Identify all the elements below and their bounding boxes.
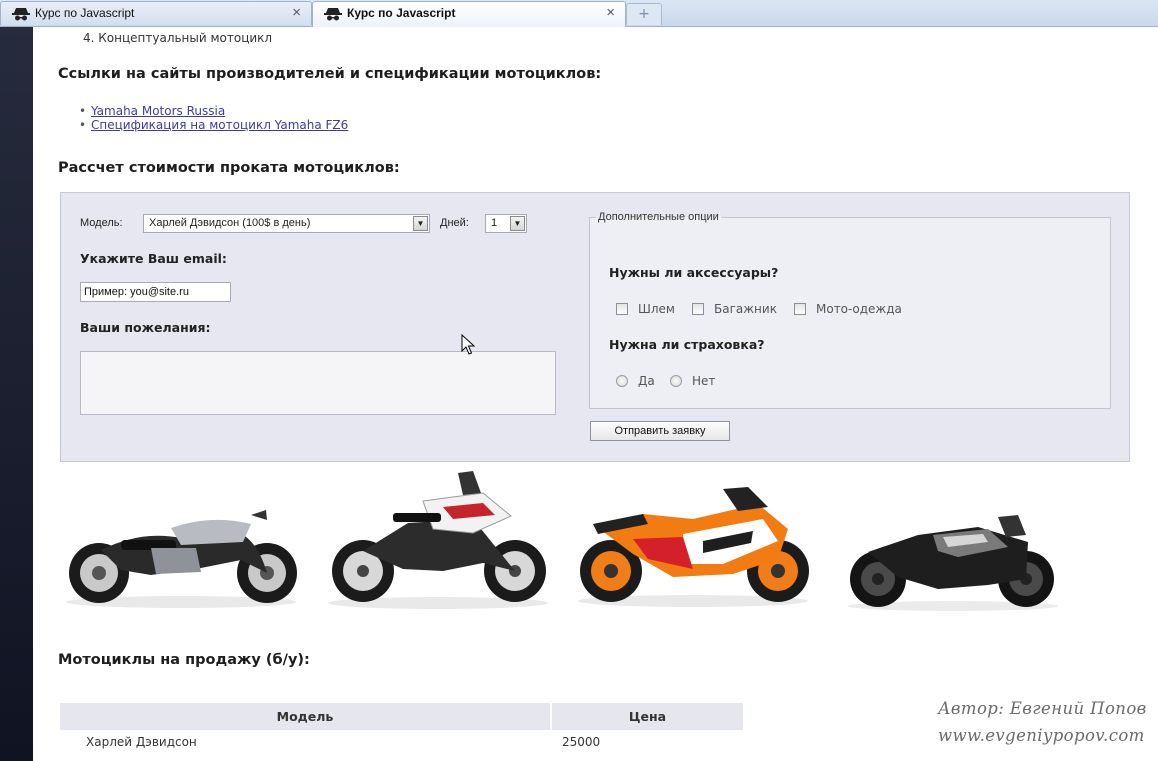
link-yamaha-fz6-spec[interactable]: Спецификация на мотоцикл Yamaha FZ6 [91,118,348,132]
calc-heading: Рассчет стоимости проката мотоциклов: [58,160,400,176]
spy-favicon-icon [324,8,342,21]
email-label: Укажите Ваш email: [80,251,227,266]
trunk-checkbox[interactable] [692,303,704,315]
insurance-no-label: Нет [692,374,716,388]
extra-options-legend: Дополнительные опции [598,211,719,223]
model-select-value: Харлей Дэвидсон (100$ в день) [149,217,311,229]
insurance-yes-radio[interactable] [616,375,628,387]
moto-clothes-checkbox[interactable] [794,303,806,315]
table-row: Харлей Дэвидсон 25000 [60,730,743,754]
links-heading: Ссылки на сайты производителей и специфи… [58,66,602,82]
extra-options-fieldset: Дополнительные опции Нужны ли аксессуары… [589,211,1111,409]
table-header-row: Модель Цена [60,703,743,730]
harley-motorcycle-image [66,510,297,608]
helmet-checkbox[interactable] [616,303,628,315]
browser-tab-active[interactable]: Курс по Javascript × [312,1,626,27]
table-cell-price: 25000 [562,735,601,749]
author-website: www.evgeniypopov.com [938,726,1145,745]
link-yamaha-russia[interactable]: Yamaha Motors Russia [91,104,225,118]
list-item: Спецификация на мотоцикл Yamaha FZ6 [79,118,348,132]
list-item: 4. Концептуальный мотоцикл [83,31,273,45]
email-field[interactable]: Пример: you@site.ru [80,282,231,302]
tab-title: Курс по Javascript [35,6,135,20]
trunk-label: Багажник [714,302,777,316]
insurance-no-radio[interactable] [670,375,682,387]
spy-favicon-icon [12,8,30,21]
yamaha-vmax-concept-motorcycle-image [848,515,1058,611]
honda-repsol-motorcycle-image [578,487,809,607]
wishes-textarea[interactable] [80,351,556,415]
chevron-down-icon: ▼ [510,216,525,231]
rental-calculator-form: Модель: Харлей Дэвидсон (100$ в день) ▼ … [60,192,1130,462]
browser-tab-bar: Курс по Javascript × Курс по Javascript … [0,0,1158,27]
model-label: Модель: [80,217,123,229]
tab-close-icon[interactable]: × [606,2,615,24]
wishes-label: Ваши пожелания: [80,320,211,335]
days-select[interactable]: 1 ▼ [485,214,527,233]
insurance-yes-label: Да [638,374,655,388]
desktop-left-strip [0,27,33,761]
column-header-model: Модель [60,703,551,730]
insurance-question: Нужна ли страховка? [609,337,765,352]
accessories-question: Нужны ли аксессуары? [609,265,779,280]
author-signature: Автор: Евгений Попов www.evgeniypopov.co… [938,695,1158,749]
author-name: Автор: Евгений Попов [938,699,1147,718]
tab-close-icon[interactable]: × [292,2,301,24]
page-content: 4. Концептуальный мотоцикл Ссылки на сай… [33,27,1158,761]
list-item: Yamaha Motors Russia [79,104,348,118]
moto-clothes-label: Мото-одежда [816,302,902,316]
helmet-label: Шлем [638,302,675,316]
yamaha-enduro-motorcycle-image [328,471,548,609]
submit-request-button[interactable]: Отправить заявку [590,421,730,441]
tab-title: Курс по Javascript [347,6,456,20]
days-select-value: 1 [491,217,498,229]
mouse-cursor-icon [461,334,476,355]
links-list: Yamaha Motors Russia Спецификация на мот… [79,104,348,132]
sale-table: Модель Цена Харлей Дэвидсон 25000 [60,703,743,754]
model-select[interactable]: Харлей Дэвидсон (100$ в день) ▼ [143,214,430,233]
browser-tab[interactable]: Курс по Javascript × [0,1,312,25]
column-header-price: Цена [550,703,743,730]
chevron-down-icon: ▼ [413,216,428,231]
sale-heading: Мотоциклы на продажу (б/у): [58,652,310,668]
new-tab-button[interactable]: + [626,3,662,25]
table-cell-model: Харлей Дэвидсон [86,735,197,749]
days-label: Дней: [440,217,469,229]
